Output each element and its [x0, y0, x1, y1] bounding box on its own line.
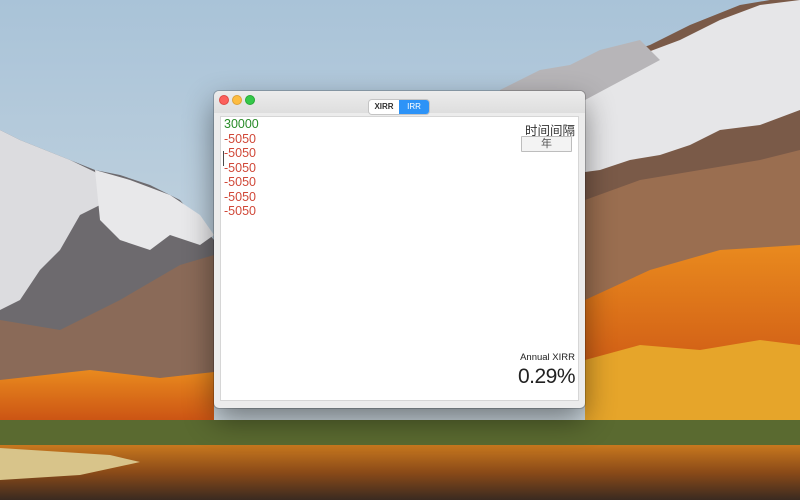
zoom-icon[interactable]	[245, 95, 255, 105]
cashflow-entry: 30000	[224, 117, 259, 131]
text-cursor	[223, 151, 224, 166]
calculator-panel: 30000 -5050 -5050 -5050 -5050 -5050 -505…	[221, 117, 578, 400]
tab-xirr[interactable]: XIRR	[369, 100, 399, 114]
cashflow-entry: -5050	[224, 131, 256, 146]
cashflow-entry: -5050	[224, 204, 256, 218]
title-bar[interactable]: XIRR IRR	[214, 91, 585, 114]
cashflow-entry: -5050	[224, 189, 256, 204]
close-icon[interactable]	[219, 95, 229, 105]
cashflow-entry: -5050	[224, 160, 256, 175]
result-value: 0.29%	[517, 365, 576, 388]
cashflow-entry: -5050	[224, 146, 256, 160]
cashflow-text-area[interactable]: 30000 -5050 -5050 -5050 -5050 -5050 -505…	[224, 117, 334, 219]
mode-segmented-control: XIRR IRR	[369, 100, 429, 114]
cashflow-entry: -5050	[224, 175, 256, 189]
app-window: XIRR IRR 30000 -5050 -5050 -5050 -5050 -…	[214, 91, 585, 408]
result-label: Annual XIRR	[520, 352, 575, 363]
tab-irr[interactable]: IRR	[399, 100, 429, 114]
interval-popup-button[interactable]: 年	[521, 136, 572, 152]
minimize-icon[interactable]	[232, 95, 242, 105]
